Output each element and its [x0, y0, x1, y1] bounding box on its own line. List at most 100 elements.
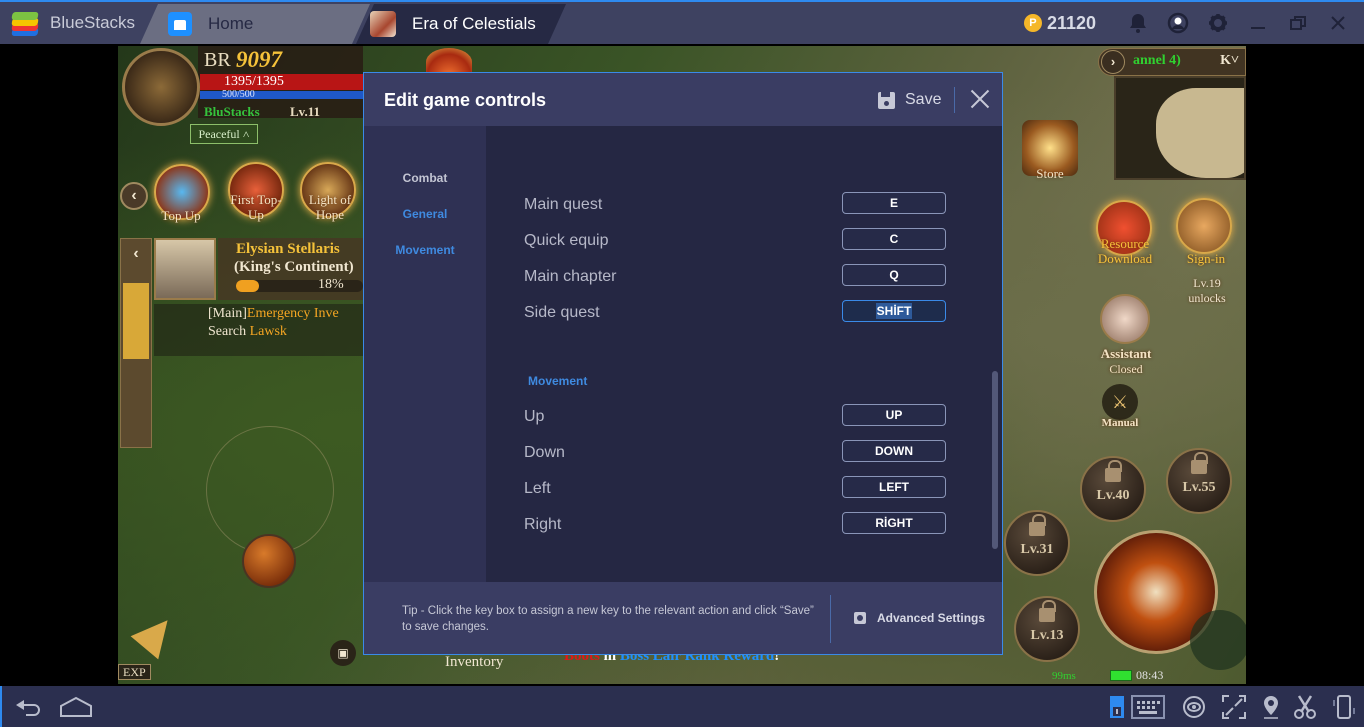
bluestacks-logo-icon [10, 8, 40, 38]
bell-icon[interactable] [1118, 2, 1158, 44]
minimap[interactable] [1114, 76, 1246, 180]
restore-icon[interactable] [1278, 2, 1318, 44]
top-up-label: Top Up [161, 208, 201, 223]
crossed-swords-icon[interactable]: ⚔ [1102, 384, 1138, 420]
pk-mode-label: Peaceful [198, 127, 240, 141]
map-key[interactable]: K˅ [1220, 53, 1239, 69]
section-title-movement: Movement [528, 374, 588, 388]
scissors-icon[interactable] [1292, 686, 1318, 727]
home-icon [168, 12, 192, 36]
control-row: Quick equip C [486, 226, 1002, 256]
quest-tab-icon[interactable] [123, 283, 149, 359]
key-box[interactable]: LEFT [842, 476, 946, 498]
settings-icon [854, 612, 866, 624]
skill-slot-locked[interactable]: Lv.13 [1014, 596, 1080, 662]
header-divider [954, 87, 955, 113]
coin-balance[interactable]: 21120 [1047, 13, 1096, 34]
skill-slot-locked[interactable]: Lv.55 [1166, 448, 1232, 514]
expand-menu-icon[interactable]: › [1101, 50, 1125, 74]
player-level: Lv.11 [290, 104, 320, 119]
quest-panel: ‹ Elysian Stellaris (King's Continent) 1… [118, 238, 363, 448]
control-row: Side quest SHİFT [486, 298, 1002, 328]
close-icon[interactable] [1318, 2, 1358, 44]
sign-in-button[interactable] [1176, 198, 1232, 254]
skill-slot-locked[interactable]: Lv.31 [1004, 510, 1070, 576]
shake-icon[interactable] [1330, 686, 1358, 727]
close-icon[interactable] [968, 87, 992, 111]
advanced-settings-button[interactable]: Advanced Settings [854, 611, 985, 625]
brand: BlueStacks [0, 2, 160, 44]
minimize-icon[interactable] [1238, 2, 1278, 44]
key-box[interactable]: UP [842, 404, 946, 426]
key-box-selected[interactable]: SHİFT [842, 300, 946, 322]
keyboard-icon[interactable] [1130, 686, 1166, 727]
player-portrait[interactable] [122, 48, 200, 126]
target-lock-icon[interactable] [1190, 610, 1246, 670]
joystick-handle[interactable] [242, 534, 296, 588]
collapse-events-button[interactable]: ‹ [120, 182, 148, 210]
key-box[interactable]: RİGHT [842, 512, 946, 534]
inventory-button[interactable]: Inventory [445, 654, 503, 671]
assistant-status: Closed [1109, 362, 1143, 376]
quest-npc-portrait [154, 238, 216, 300]
quest-title: Elysian Stellaris [236, 241, 340, 257]
action-label: Main chapter [524, 268, 617, 285]
channel-label[interactable]: annel 4) [1133, 53, 1181, 69]
bottom-toolbar [0, 686, 1364, 727]
minimap-header: › annel 4) K˅ [1098, 48, 1246, 76]
lock-icon [1105, 460, 1122, 482]
assistant-avatar[interactable] [1100, 294, 1150, 344]
game-icon [370, 11, 396, 37]
fullscreen-icon[interactable] [1220, 686, 1248, 727]
action-label: Right [524, 516, 562, 533]
ping-indicator: 99ms [1052, 670, 1076, 682]
camera-icon[interactable]: ▣ [330, 640, 356, 666]
br-value: 9097 [236, 47, 282, 72]
key-box[interactable]: C [842, 228, 946, 250]
action-label: Main quest [524, 196, 603, 213]
skill-slot-locked[interactable]: Lv.40 [1080, 456, 1146, 522]
title-bar: BlueStacks Home Era of Celestials P 2112… [0, 0, 1364, 44]
manual-label: Manual [1101, 417, 1139, 429]
controls-list: Main quest E Quick equip C Main chapter … [486, 126, 1002, 582]
control-row: Right RİGHT [486, 510, 1002, 540]
eye-icon[interactable] [1180, 686, 1208, 727]
auto-path-icon[interactable] [130, 608, 182, 660]
key-box[interactable]: Q [842, 264, 946, 286]
action-label: Left [524, 480, 551, 497]
back-icon[interactable] [10, 686, 46, 727]
br-label: BR [204, 49, 231, 71]
tab-game-label: Era of Celestials [412, 14, 536, 33]
key-box[interactable]: DOWN [842, 440, 946, 462]
sidebar-item-combat[interactable]: Combat [364, 171, 486, 185]
sidebar-item-movement[interactable]: Movement [364, 243, 486, 257]
advanced-settings-label: Advanced Settings [877, 611, 986, 625]
sign-in-label: Sign-in [1186, 251, 1226, 266]
edit-game-controls-dialog: Edit game controls Save Combat General M… [363, 72, 1003, 655]
first-top-up-label: First Top-Up [230, 192, 282, 222]
sidebar-item-general[interactable]: General [364, 207, 486, 221]
tab-home[interactable]: Home [140, 4, 370, 44]
team-tab-icon[interactable] [123, 371, 149, 441]
control-row: Main chapter Q [486, 262, 1002, 292]
save-button[interactable]: Save [878, 88, 941, 112]
home-icon[interactable] [56, 686, 96, 727]
floppy-disk-icon [878, 91, 895, 109]
quest-side-tabs: ‹ [120, 238, 152, 448]
tip-text: Tip - Click the key box to assign a new … [402, 605, 814, 633]
action-label: Up [524, 408, 545, 425]
scrollbar-thumb[interactable] [992, 371, 998, 549]
save-label: Save [905, 91, 942, 108]
dialog-footer: Tip - Click the key box to assign a new … [364, 582, 1002, 654]
account-icon[interactable] [1158, 2, 1198, 44]
collapse-quest-icon[interactable]: ‹ [123, 245, 149, 275]
lock-icon [1029, 514, 1046, 536]
location-icon[interactable] [1258, 686, 1284, 727]
key-box[interactable]: E [842, 192, 946, 214]
tab-era-of-celestials[interactable]: Era of Celestials [356, 4, 566, 44]
tab-home-label: Home [208, 14, 254, 33]
light-of-hope-label: Light of Hope [308, 192, 352, 222]
keymapping-toggle-icon[interactable] [1108, 686, 1126, 727]
pk-mode-button[interactable]: Peaceful ˄ [190, 124, 258, 144]
gear-icon[interactable] [1198, 2, 1238, 44]
